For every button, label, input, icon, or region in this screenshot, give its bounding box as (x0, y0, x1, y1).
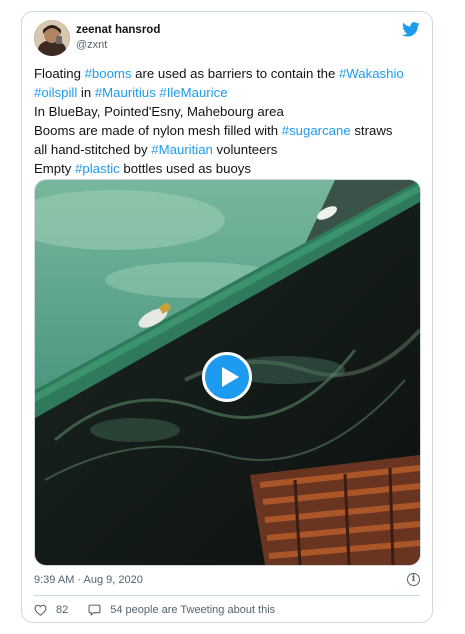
twitter-bird-icon[interactable] (402, 22, 420, 37)
author-name[interactable]: zeenat hansrod (76, 24, 160, 36)
tweet-text-segment: Booms are made of nylon mesh filled with (34, 123, 282, 138)
tweet-text-segment: In BlueBay, Pointed'Esny, Mahebourg area (34, 104, 284, 119)
avatar[interactable] (34, 20, 70, 56)
tweet-line: #oilspill in #Mauritius #IleMaurice (34, 83, 426, 102)
info-icon[interactable]: i (407, 573, 420, 586)
tweet-text-segment: bottles used as buoys (119, 161, 251, 176)
like-count: 82 (56, 604, 69, 616)
like-button[interactable]: 82 (34, 604, 68, 616)
heart-icon (34, 604, 47, 616)
tweet-text-segment: in (77, 85, 95, 100)
tweet-line: Empty #plastic bottles used as buoys (34, 159, 426, 178)
play-icon[interactable] (202, 352, 252, 402)
tweet-text-segment: Floating (34, 66, 85, 81)
hashtag-link[interactable]: #Mauritian (151, 142, 213, 157)
tweet-line: Floating #booms are used as barriers to … (34, 64, 426, 83)
speech-bubble-icon (88, 604, 101, 616)
hashtag-link[interactable]: #sugarcane (282, 123, 351, 138)
hashtag-link[interactable]: #oilspill (34, 85, 77, 100)
action-bar: 82 54 people are Tweeting about this (34, 602, 275, 618)
tweet-text-segment: straws (350, 123, 393, 138)
hashtag-link[interactable]: #booms (85, 66, 132, 81)
author-handle[interactable]: @zxnt (76, 39, 107, 51)
hashtag-link[interactable]: #Wakashio (339, 66, 404, 81)
divider (34, 595, 420, 596)
video-thumbnail[interactable] (34, 179, 421, 566)
hashtag-link[interactable]: #Mauritius (95, 85, 156, 100)
tweet-line: In BlueBay, Pointed'Esny, Mahebourg area (34, 102, 426, 121)
tweet-card[interactable]: zeenat hansrod @zxnt Floating #booms are… (21, 11, 433, 623)
tweet-line: Booms are made of nylon mesh filled with… (34, 121, 426, 140)
timestamp[interactable]: 9:39 AM · Aug 9, 2020 (34, 574, 143, 586)
tweet-text-segment: volunteers (212, 142, 278, 157)
hashtag-link[interactable]: #plastic (75, 161, 120, 176)
tweet-text-segment: are used as barriers to contain the (131, 66, 339, 81)
tweet-line: all hand-stitched by #Mauritian voluntee… (34, 140, 426, 159)
tweeting-about-link[interactable]: 54 people are Tweeting about this (88, 604, 275, 616)
tweet-text-segment: all hand-stitched by (34, 142, 152, 157)
hashtag-link[interactable]: #IleMaurice (159, 85, 227, 100)
tweeting-about-text: 54 people are Tweeting about this (110, 604, 276, 616)
tweet-text-segment: Empty (34, 161, 76, 176)
tweet-text: Floating #booms are used as barriers to … (34, 64, 426, 178)
